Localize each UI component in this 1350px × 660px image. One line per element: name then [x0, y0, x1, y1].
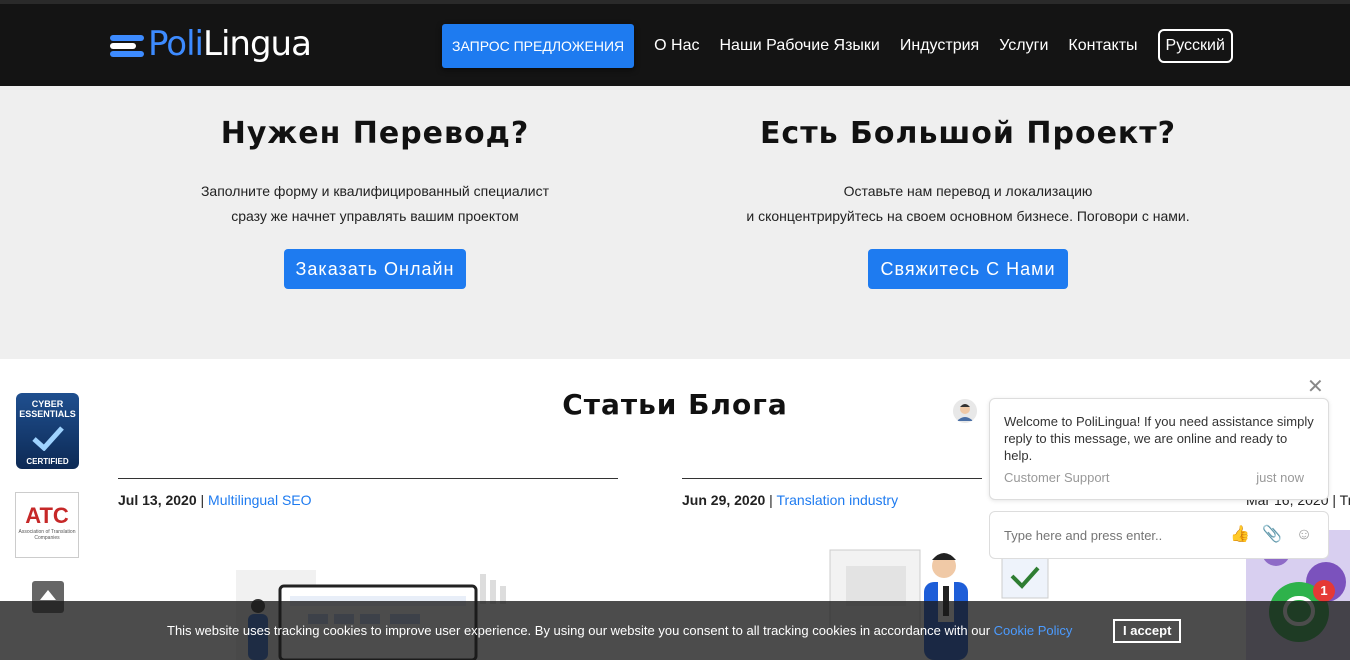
blog-post-meta: Jun 29, 2020 | Translation industry [682, 492, 899, 508]
blog-divider [118, 478, 618, 479]
chat-message-bubble: Welcome to PoliLingua! If you need assis… [989, 398, 1329, 500]
main-nav: ЗАПРОС ПРЕДЛОЖЕНИЯ О Нас Наши Рабочие Яз… [442, 24, 1233, 68]
contact-us-button[interactable]: Свяжитесь С Нами [868, 249, 1068, 289]
blog-divider [682, 478, 982, 479]
checkmark-icon [31, 426, 64, 451]
cookie-policy-link[interactable]: Cookie Policy [994, 623, 1073, 638]
chat-message-input[interactable] [1004, 527, 1218, 543]
hero-translation-column: Нужен Перевод? Заполните форму и квалифи… [95, 86, 655, 289]
blog-post-meta: Jul 13, 2020 | Multilingual SEO [118, 492, 312, 508]
arrow-up-icon [40, 590, 56, 600]
post-category-link[interactable]: Tra [1340, 492, 1350, 508]
chat-welcome-message: Welcome to PoliLingua! If you need assis… [1004, 414, 1314, 463]
cookie-consent-text: This website uses tracking cookies to im… [167, 623, 1073, 638]
polilingua-logo[interactable]: PoliLingua [110, 24, 312, 64]
chat-sender: Customer Support [1004, 470, 1110, 485]
post-date: Jul 13, 2020 [118, 492, 197, 508]
post-category-link[interactable]: Multilingual SEO [208, 492, 312, 508]
logo-mark-icon [110, 31, 146, 57]
hero-right-title: Есть Большой Проект? [759, 116, 1177, 151]
language-selector[interactable]: Русский [1157, 29, 1233, 63]
site-header: PoliLingua ЗАПРОС ПРЕДЛОЖЕНИЯ О Нас Наши… [0, 0, 1350, 86]
support-avatar [953, 399, 977, 423]
hero-section: Нужен Перевод? Заполните форму и квалифи… [0, 86, 1350, 359]
cookie-consent-bar: This website uses tracking cookies to im… [0, 601, 1350, 660]
cookie-accept-button[interactable]: I accept [1113, 619, 1182, 643]
nav-about[interactable]: О Нас [654, 37, 699, 55]
hero-right-text: Оставьте нам перевод и локализацию и ско… [746, 183, 1190, 224]
chat-close-icon[interactable]: ✕ [1307, 374, 1324, 399]
order-online-button[interactable]: Заказать Онлайн [283, 249, 467, 289]
logo-text: PoliLingua [148, 24, 312, 64]
header-top-strip [0, 0, 1350, 4]
hero-left-text: Заполните форму и квалифицированный спец… [200, 183, 550, 224]
emoji-icon[interactable]: ☺ [1294, 525, 1314, 545]
chat-unread-badge: 1 [1313, 580, 1335, 602]
atc-member-badge[interactable]: ATC Association of Translation Companies [15, 492, 79, 558]
hero-left-title: Нужен Перевод? [220, 116, 530, 151]
nav-contacts[interactable]: Контакты [1068, 37, 1137, 55]
thumbs-up-icon[interactable]: 👍 [1230, 525, 1250, 545]
nav-services[interactable]: Услуги [999, 37, 1048, 55]
cyber-essentials-badge[interactable]: CYBER ESSENTIALS CERTIFIED [16, 393, 79, 469]
post-category-link[interactable]: Translation industry [776, 492, 898, 508]
paperclip-icon[interactable]: 📎 [1262, 525, 1282, 545]
chat-timestamp: just now [1256, 470, 1304, 485]
chat-input-bar: 👍 📎 ☺ [989, 511, 1329, 559]
nav-industry[interactable]: Индустрия [900, 37, 979, 55]
hero-project-column: Есть Большой Проект? Оставьте нам перево… [688, 86, 1248, 289]
nav-languages[interactable]: Наши Рабочие Языки [720, 37, 880, 55]
request-quote-button[interactable]: ЗАПРОС ПРЕДЛОЖЕНИЯ [442, 24, 635, 68]
post-date: Jun 29, 2020 [682, 492, 766, 508]
